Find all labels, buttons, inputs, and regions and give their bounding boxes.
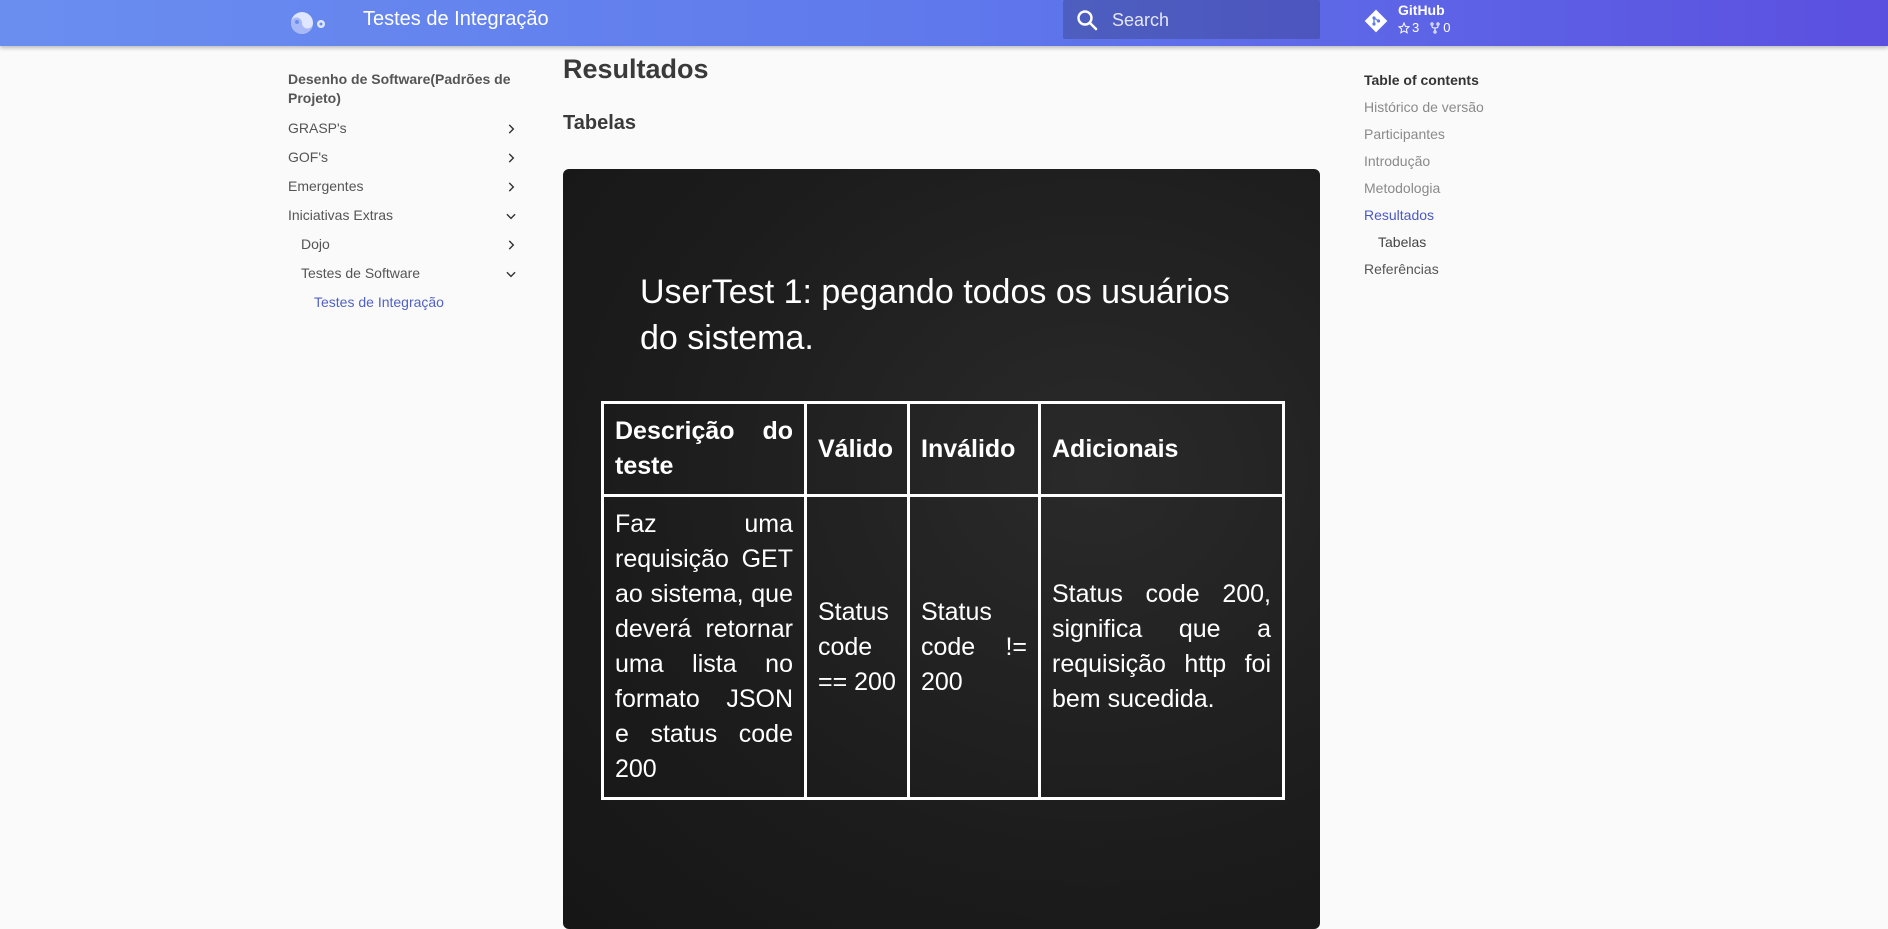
github-repo-facts: 3 0: [1398, 20, 1450, 35]
table-row: Faz uma requisição GET ao sistema, que d…: [601, 494, 1285, 800]
search-icon: [1077, 10, 1098, 31]
site-title[interactable]: Testes de Integração: [363, 8, 549, 31]
sidebar-item-label: Emergentes: [288, 178, 364, 194]
toc-link-referencias[interactable]: Referências: [1364, 256, 1564, 283]
chalkboard-image: UserTest 1: pegando todos os usuários do…: [563, 169, 1320, 929]
chevron-right-icon: [508, 240, 515, 250]
toc-link-participantes[interactable]: Participantes: [1364, 121, 1564, 148]
forks-count: 0: [1429, 20, 1450, 35]
git-icon: [1364, 9, 1388, 33]
sidebar-item-label: Testes de Software: [301, 265, 421, 281]
sidebar-section-title: Desenho de Software(Padrões de Projeto): [288, 71, 511, 106]
column-header: Válido: [804, 401, 910, 497]
table-cell: Faz uma requisição GET ao sistema, que d…: [601, 494, 807, 800]
test-table: Descrição do teste Válido Inválido Adici…: [601, 401, 1285, 800]
table-header-row: Descrição do teste Válido Inválido Adici…: [601, 401, 1285, 497]
section-heading: Tabelas: [563, 112, 636, 134]
sidebar-item-label: Iniciativas Extras: [288, 207, 394, 223]
toc-link-tabelas[interactable]: Tabelas: [1364, 229, 1564, 256]
stars-value: 3: [1412, 20, 1420, 35]
site-logo-icon[interactable]: [288, 6, 328, 36]
toc-title: Table of contents: [1364, 72, 1479, 88]
sidebar-item-iniciativas-extras[interactable]: Iniciativas Extras: [288, 201, 518, 230]
chevron-down-icon: [506, 271, 516, 278]
sidebar-item-testes-de-software[interactable]: Testes de Software: [288, 259, 518, 288]
sidebar-item-label: Dojo: [301, 236, 330, 252]
sidebar-item-label: Testes de Integração: [314, 294, 444, 310]
sidebar-item-testes-de-integracao[interactable]: Testes de Integração: [288, 288, 518, 317]
sidebar-item-grasps[interactable]: GRASP's: [288, 114, 518, 143]
top-header: Testes de Integração GitHub 3 0: [0, 0, 1888, 46]
sidebar-item-label: GOF's: [288, 149, 329, 165]
column-header: Inválido: [907, 401, 1041, 497]
primary-sidebar: Desenho de Software(Padrões de Projeto) …: [288, 70, 518, 317]
sidebar-item-emergentes[interactable]: Emergentes: [288, 172, 518, 201]
search-box[interactable]: [1063, 0, 1320, 39]
sidebar-item-dojo[interactable]: Dojo: [288, 230, 518, 259]
star-icon: [1398, 21, 1410, 34]
toc-link-resultados[interactable]: Resultados: [1364, 202, 1564, 229]
column-header: Adicionais: [1038, 401, 1285, 497]
table-cell: Status code 200, significa que a requisi…: [1038, 494, 1285, 800]
fork-icon: [1430, 21, 1440, 34]
search-input[interactable]: [1110, 7, 1309, 33]
toc-link-historico[interactable]: Histórico de versão: [1364, 94, 1564, 121]
table-of-contents: Table of contents Histórico de versão Pa…: [1364, 72, 1564, 283]
chevron-down-icon: [506, 213, 516, 220]
table-cell: Status code != 200: [907, 494, 1041, 800]
chevron-right-icon: [508, 153, 515, 163]
table-cell: Status code == 200: [804, 494, 910, 800]
chevron-right-icon: [508, 182, 515, 192]
page-heading: Resultados: [563, 54, 709, 84]
stars-count: 3: [1398, 20, 1419, 35]
board-title: UserTest 1: pegando todos os usuários do…: [640, 273, 1230, 357]
chevron-right-icon: [508, 124, 515, 134]
sidebar-item-gofs[interactable]: GOF's: [288, 143, 518, 172]
sidebar-item-label: GRASP's: [288, 120, 347, 136]
github-repo-name: GitHub: [1398, 2, 1445, 18]
toc-link-metodologia[interactable]: Metodologia: [1364, 175, 1564, 202]
column-header: Descrição do teste: [601, 401, 807, 497]
toc-link-introducao[interactable]: Introdução: [1364, 148, 1564, 175]
forks-value: 0: [1443, 20, 1451, 35]
